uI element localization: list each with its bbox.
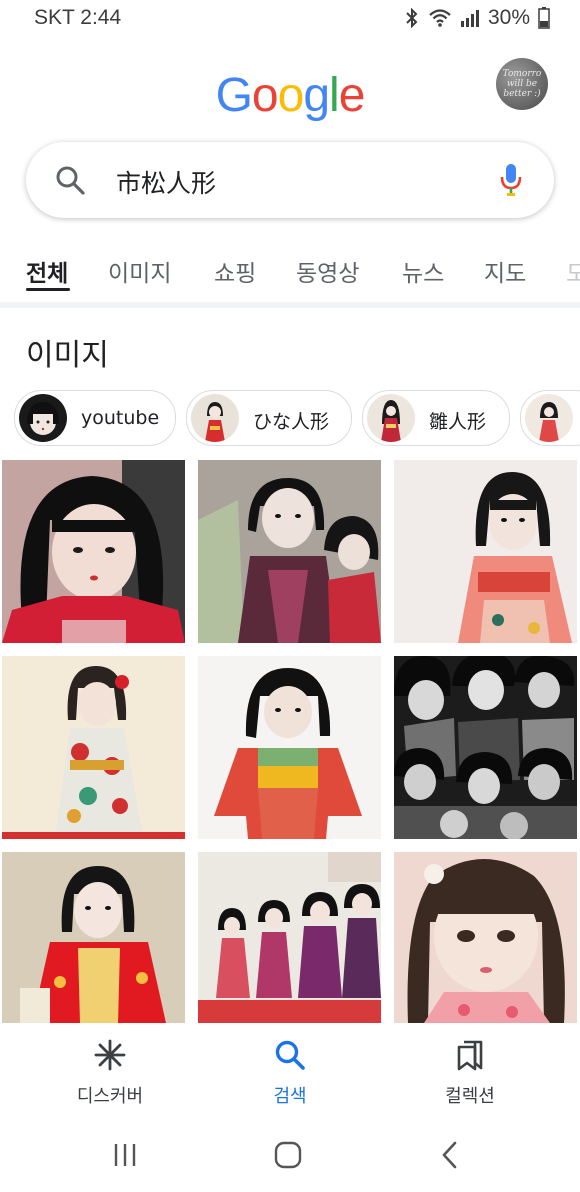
signal-icon (460, 10, 479, 27)
bluetooth-icon (406, 8, 418, 28)
account-avatar[interactable]: Tomorro will be better :) (496, 58, 548, 110)
search-icon (56, 166, 85, 195)
chip-thumbnail (191, 394, 239, 442)
collections-icon (457, 1040, 483, 1071)
tab-maps[interactable]: 지도 (484, 254, 526, 288)
system-navigation-bar (0, 1120, 580, 1192)
avatar-text-line: Tomorro (502, 69, 542, 79)
image-result[interactable] (394, 460, 577, 643)
chip-youtube[interactable]: youtube (14, 390, 176, 446)
logo-letter: G (215, 69, 253, 122)
back-icon[interactable] (440, 1140, 460, 1170)
search-box[interactable]: 市松人形 (26, 142, 554, 218)
nav-search-label: 검색 (273, 1086, 307, 1107)
chip-label: ひな人形 (253, 411, 330, 433)
status-icons: 30% (404, 6, 550, 30)
chip-more[interactable] (520, 390, 580, 446)
image-result[interactable] (198, 852, 381, 1035)
tab-news[interactable]: 뉴스 (402, 254, 444, 288)
tab-all[interactable]: 전체 (26, 254, 68, 288)
chip-label: youtube (81, 407, 160, 429)
bottom-navigation: 디스커버 검색 컬렉션 (0, 1024, 580, 1120)
avatar-text-line: better :) (503, 89, 541, 99)
logo-letter: e (338, 69, 366, 122)
home-icon[interactable] (273, 1140, 303, 1170)
tab-shopping[interactable]: 쇼핑 (214, 254, 256, 288)
nav-discover-label: 디스커버 (76, 1086, 144, 1107)
image-result[interactable] (198, 460, 381, 643)
nav-search[interactable]: 검색 (220, 1038, 360, 1108)
images-section-title: 이미지 (26, 338, 109, 373)
discover-asterisk-icon (94, 1039, 126, 1071)
chip-thumbnail (525, 394, 573, 442)
chip-thumbnail (367, 394, 415, 442)
image-result[interactable] (394, 656, 577, 839)
logo-letter: l (329, 69, 340, 122)
section-divider (0, 302, 580, 308)
tab-videos[interactable]: 동영상 (296, 254, 359, 288)
chip-hina-ningyo[interactable]: ひな人形 (186, 390, 352, 446)
image-results-grid (0, 460, 580, 1023)
image-result[interactable] (2, 656, 185, 839)
related-chips: youtube ひな人形 雛人形 (0, 388, 580, 448)
nav-collections[interactable]: 컬렉션 (400, 1038, 540, 1108)
image-result[interactable] (2, 460, 185, 643)
logo-letter: o (251, 69, 279, 122)
logo-letter: o (277, 69, 305, 122)
image-result[interactable] (394, 852, 577, 1035)
image-result[interactable] (2, 852, 185, 1035)
avatar-text-line: will be (506, 79, 538, 89)
nav-discover[interactable]: 디스커버 (40, 1038, 180, 1108)
battery-icon (538, 7, 550, 29)
tab-more[interactable]: 도 (566, 254, 580, 288)
wifi-icon (429, 9, 451, 27)
search-icon (275, 1040, 305, 1070)
recent-apps-icon[interactable] (112, 1142, 138, 1168)
logo-letter: g (303, 69, 330, 122)
tab-images[interactable]: 이미지 (108, 254, 171, 288)
microphone-icon[interactable] (498, 162, 524, 198)
status-bar: SKT 2:44 30% (0, 0, 580, 40)
status-time: SKT 2:44 (34, 6, 122, 29)
search-input[interactable]: 市松人形 (116, 164, 216, 200)
image-result[interactable] (198, 656, 381, 839)
battery-percent: 30% (487, 6, 530, 29)
search-tabs: 전체 이미지 쇼핑 동영상 뉴스 지도 도 (0, 248, 580, 292)
active-tab-indicator (26, 288, 70, 291)
chip-thumbnail (19, 394, 67, 442)
nav-collections-label: 컬렉션 (445, 1086, 495, 1107)
google-logo[interactable]: Google (0, 68, 580, 123)
chip-label: 雛人形 (429, 411, 487, 433)
chip-hina-ningyo-2[interactable]: 雛人形 (362, 390, 510, 446)
